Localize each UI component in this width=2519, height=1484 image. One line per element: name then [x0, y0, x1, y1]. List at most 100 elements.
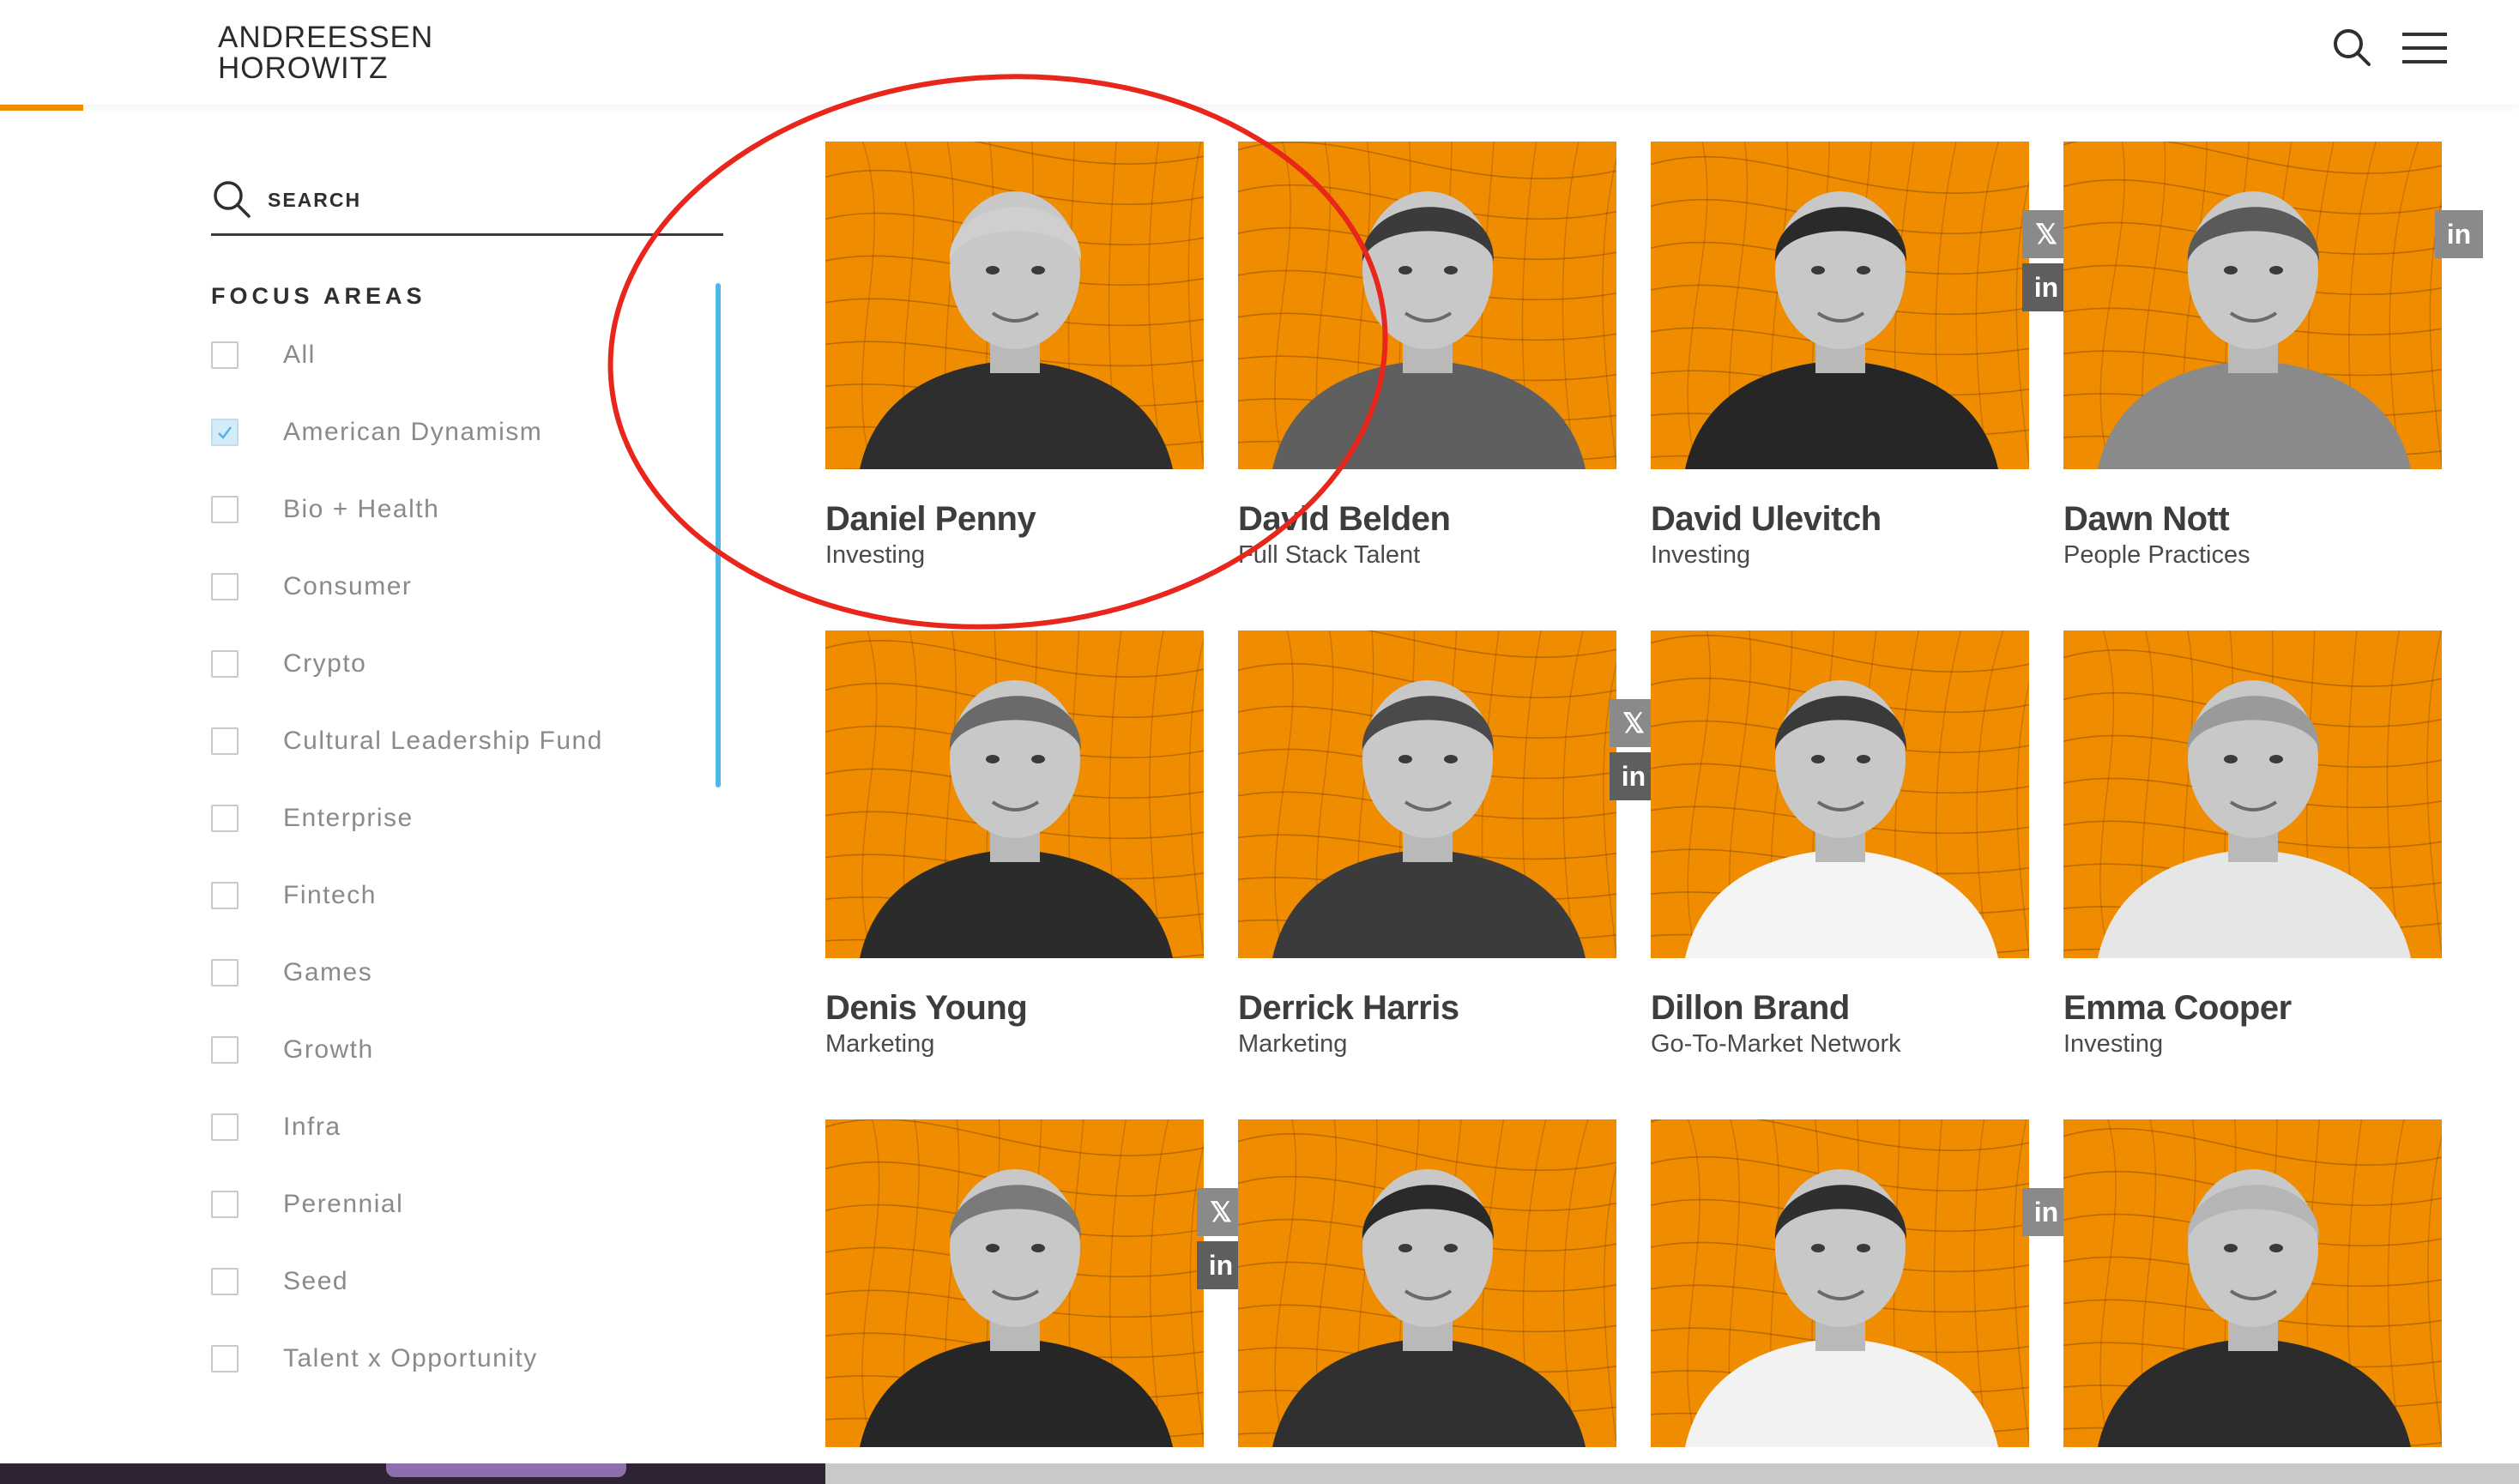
team-member-photo-frame[interactable] [1238, 630, 1616, 958]
focus-area-filter-seed[interactable]: Seed [211, 1264, 348, 1299]
focus-area-filter-american-dynamism[interactable]: American Dynamism [211, 415, 542, 449]
search-icon [214, 181, 251, 218]
team-member-role: Marketing [1238, 1030, 1348, 1058]
team-member-name[interactable]: Daniel Penny [825, 500, 1036, 539]
focus-area-filter-enterprise[interactable]: Enterprise [211, 801, 414, 836]
filter-label: All [283, 341, 316, 369]
team-member-name[interactable]: David Ulevitch [1651, 500, 1882, 539]
team-member-photo-frame[interactable] [825, 630, 1204, 958]
team-member-role: Marketing [825, 1030, 935, 1058]
focus-area-filter-fintech[interactable]: Fintech [211, 878, 377, 913]
x-glyph: 𝕏 [1622, 708, 1645, 739]
focus-area-filter-games[interactable]: Games [211, 956, 372, 990]
linkedin-link-icon[interactable]: in [2435, 210, 2483, 258]
team-member-role: Investing [1651, 541, 1751, 569]
filter-label: Fintech [283, 881, 377, 909]
filter-checkbox[interactable] [211, 805, 239, 832]
filter-list-scrollbar[interactable] [716, 283, 721, 787]
filter-label: Growth [283, 1035, 374, 1064]
team-member-role: Go-To-Market Network [1651, 1030, 1901, 1058]
linkedin-glyph: in [1208, 1249, 1234, 1281]
focus-area-filter-cultural-leadership-fund[interactable]: Cultural Leadership Fund [211, 724, 603, 758]
team-member-photo [1272, 191, 1586, 469]
team-member-photo-frame[interactable] [825, 142, 1204, 469]
filter-checkbox[interactable] [211, 1036, 239, 1064]
search-input[interactable] [266, 185, 698, 214]
filter-checkbox[interactable] [211, 882, 239, 909]
team-member-photo [1685, 191, 1998, 469]
filter-label: Seed [283, 1267, 349, 1295]
filter-label: Crypto [283, 649, 367, 678]
filter-checkbox[interactable] [211, 573, 239, 600]
team-member-photo [860, 191, 1173, 469]
team-member-photo-frame[interactable] [2063, 1119, 2442, 1447]
team-member-photo [1685, 1169, 1998, 1447]
filter-checkbox[interactable] [211, 650, 239, 678]
x-glyph: 𝕏 [2035, 219, 2057, 250]
team-member-photo-frame[interactable] [1238, 142, 1616, 469]
filter-checkbox[interactable] [211, 1268, 239, 1295]
team-member-name[interactable]: David Belden [1238, 500, 1451, 539]
andreessen-horowitz-logo[interactable]: ANDREESSEN HOROWITZ [218, 21, 434, 84]
scroll-progress-indicator [0, 105, 83, 111]
filter-label: Games [283, 958, 373, 986]
team-member-name[interactable]: Derrick Harris [1238, 989, 1459, 1028]
filter-label: Cultural Leadership Fund [283, 727, 603, 755]
filter-checkbox[interactable] [211, 1345, 239, 1372]
filter-label: Consumer [283, 572, 413, 600]
filter-label: Perennial [283, 1190, 404, 1218]
site-header: ANDREESSEN HOROWITZ [0, 0, 2519, 105]
checkmark-icon [218, 426, 232, 439]
team-member-role: Investing [2063, 1030, 2164, 1058]
filter-checkbox[interactable] [211, 1113, 239, 1141]
team-member-role: People Practices [2063, 541, 2250, 569]
team-member-name[interactable]: Emma Cooper [2063, 989, 2292, 1028]
linkedin-glyph: in [1621, 760, 1646, 792]
team-member-name[interactable]: Dillon Brand [1651, 989, 1850, 1028]
focus-area-filter-talent-x-opportunity[interactable]: Talent x Opportunity [211, 1342, 538, 1376]
focus-area-filter-infra[interactable]: Infra [211, 1110, 341, 1144]
team-member-name[interactable]: Dawn Nott [2063, 500, 2230, 539]
team-member-photo-frame[interactable] [1651, 1119, 2029, 1447]
team-member-photo [1272, 1169, 1586, 1447]
team-member-photo [1272, 680, 1586, 958]
linkedin-glyph: in [2446, 218, 2472, 250]
team-member-photo-frame[interactable] [1651, 630, 2029, 958]
team-member-name[interactable]: Denis Young [825, 989, 1028, 1028]
filter-checkbox[interactable] [211, 419, 239, 446]
focus-area-filter-growth[interactable]: Growth [211, 1033, 374, 1067]
focus-area-filter-bio-health[interactable]: Bio + Health [211, 492, 439, 527]
filter-label: Enterprise [283, 804, 414, 832]
filter-label: American Dynamism [283, 418, 543, 446]
team-member-photo-frame[interactable] [1651, 142, 2029, 469]
filter-checkbox[interactable] [211, 727, 239, 755]
filter-checkbox[interactable] [211, 959, 239, 986]
team-member-role: Investing [825, 541, 926, 569]
focus-area-filter-consumer[interactable]: Consumer [211, 570, 412, 604]
team-member-role: Full Stack Talent [1238, 541, 1421, 569]
search-field [211, 170, 723, 236]
filter-label: Talent x Opportunity [283, 1344, 538, 1372]
search-icon[interactable] [2329, 24, 2377, 72]
hamburger-menu-icon[interactable] [2399, 24, 2450, 72]
team-member-photo-frame[interactable] [825, 1119, 1204, 1447]
focus-area-filter-crypto[interactable]: Crypto [211, 647, 366, 681]
focus-area-filter-perennial[interactable]: Perennial [211, 1187, 403, 1222]
team-member-photo [860, 1169, 1173, 1447]
team-member-photo [2098, 1169, 2411, 1447]
taskbar-pill [386, 1463, 626, 1477]
team-member-photo [2098, 680, 2411, 958]
team-member-photo [1685, 680, 1998, 958]
team-member-photo-frame[interactable] [2063, 142, 2442, 469]
filter-label: Infra [283, 1113, 341, 1141]
focus-areas-heading: FOCUS AREAS [211, 283, 426, 309]
focus-area-filter-all[interactable]: All [211, 338, 316, 372]
team-member-photo-frame[interactable] [2063, 630, 2442, 958]
logo-line-1: ANDREESSEN [218, 21, 434, 54]
linkedin-glyph: in [2033, 1196, 2059, 1228]
filter-checkbox[interactable] [211, 1191, 239, 1218]
team-member-photo [860, 680, 1173, 958]
team-member-photo-frame[interactable] [1238, 1119, 1616, 1447]
filter-checkbox[interactable] [211, 341, 239, 369]
filter-checkbox[interactable] [211, 496, 239, 523]
